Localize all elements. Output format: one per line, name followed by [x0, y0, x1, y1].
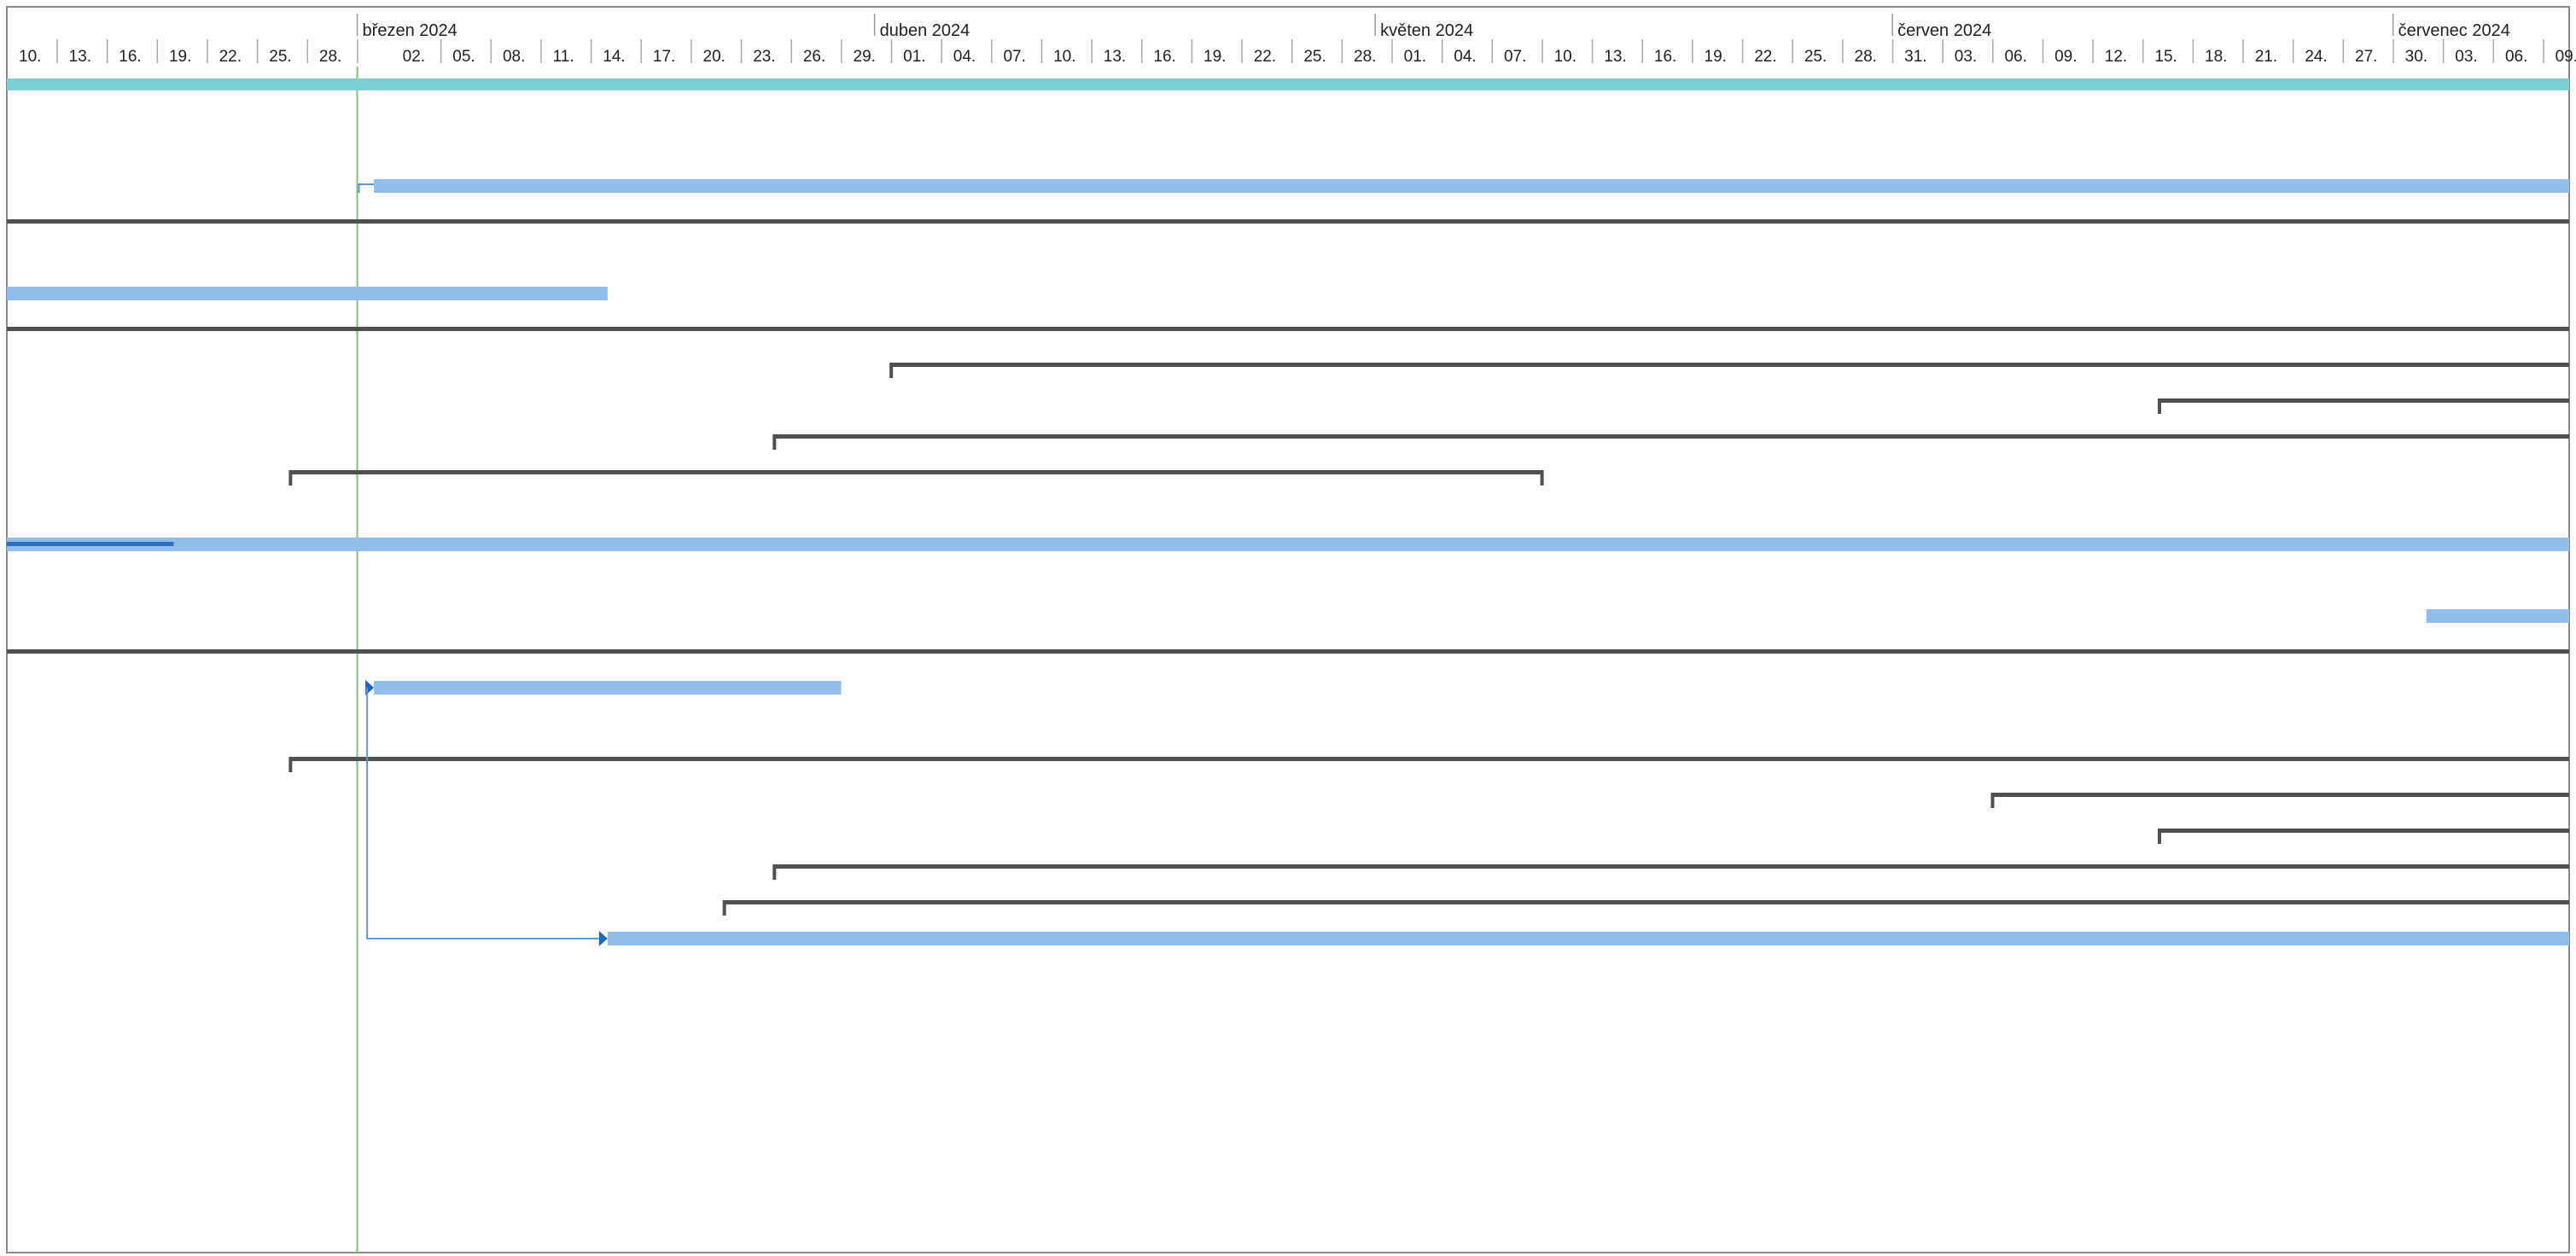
summary-line[interactable] — [7, 327, 2569, 331]
task-bar[interactable] — [607, 932, 2569, 945]
day-label: 02. — [403, 48, 425, 66]
day-label: 16. — [1153, 48, 1175, 66]
day-label: 11. — [553, 48, 574, 66]
month-label: květen 2024 — [1380, 21, 1473, 40]
range-start-tick — [722, 900, 726, 916]
month-label: červenec 2024 — [2398, 21, 2510, 40]
day-label: 30. — [2405, 48, 2427, 66]
day-label: 05. — [452, 48, 475, 66]
day-label: 16. — [1654, 48, 1676, 66]
day-label: 07. — [1504, 48, 1526, 66]
day-label: 10. — [19, 48, 41, 66]
task-bar[interactable] — [374, 681, 842, 695]
range-line[interactable] — [2159, 398, 2569, 403]
day-label: 03. — [1955, 48, 1977, 66]
day-label: 13. — [1604, 48, 1626, 66]
day-label: 01. — [1404, 48, 1426, 66]
range-start-tick — [288, 470, 293, 486]
month-label: březen 2024 — [363, 21, 458, 40]
day-label: 01. — [903, 48, 925, 66]
day-label: 21. — [2255, 48, 2277, 66]
day-label: 13. — [1104, 48, 1126, 66]
range-line[interactable] — [290, 470, 1542, 474]
summary-line[interactable] — [7, 219, 2569, 224]
day-label: 22. — [1754, 48, 1776, 66]
day-label: 06. — [2505, 48, 2527, 66]
task-progress-bar — [7, 542, 174, 546]
chart-frame — [6, 6, 2570, 1253]
day-label: 19. — [169, 48, 191, 66]
task-bar[interactable] — [374, 179, 2569, 193]
day-label: 24. — [2305, 48, 2327, 66]
range-start-tick — [772, 864, 777, 880]
day-label: 09. — [2556, 48, 2576, 66]
range-line[interactable] — [2159, 829, 2569, 833]
gantt-chart-timeline[interactable]: březen 2024 duben 2024 květen 2024 červen 2… — [0, 0, 2576, 1256]
day-label: 19. — [1705, 48, 1727, 66]
day-label: 13. — [69, 48, 91, 66]
day-label: 15. — [2154, 48, 2177, 66]
task-bar[interactable] — [7, 538, 2569, 551]
day-label: 28. — [1354, 48, 1376, 66]
range-line[interactable] — [724, 900, 2570, 904]
range-line[interactable] — [1992, 793, 2569, 797]
day-label: 17. — [653, 48, 675, 66]
task-bar[interactable] — [2426, 609, 2569, 623]
day-label: 31. — [1904, 48, 1926, 66]
summary-bar[interactable] — [7, 78, 2569, 90]
day-label: 26. — [803, 48, 825, 66]
day-label: 10. — [1554, 48, 1576, 66]
day-label: 25. — [269, 48, 291, 66]
range-start-tick — [2157, 829, 2161, 844]
day-label: 08. — [503, 48, 525, 66]
month-label: červen 2024 — [1897, 21, 1991, 40]
range-start-tick — [2157, 398, 2161, 414]
range-line[interactable] — [774, 864, 2569, 869]
day-label: 12. — [2105, 48, 2127, 66]
day-label: 04. — [953, 48, 976, 66]
range-start-tick — [889, 363, 894, 378]
day-label: 28. — [319, 48, 341, 66]
day-label: 10. — [1053, 48, 1075, 66]
task-bar[interactable] — [7, 287, 608, 300]
day-label: 16. — [119, 48, 141, 66]
day-label: 25. — [1804, 48, 1827, 66]
day-label: 18. — [2205, 48, 2227, 66]
range-start-tick — [288, 757, 293, 772]
range-line[interactable] — [290, 757, 2569, 761]
day-label: 28. — [1855, 48, 1877, 66]
day-label: 19. — [1203, 48, 1226, 66]
day-label: 03. — [2455, 48, 2477, 66]
month-label: duben 2024 — [880, 21, 970, 40]
range-end-tick — [1540, 470, 1544, 486]
day-label: 14. — [603, 48, 625, 66]
range-line[interactable] — [774, 434, 2569, 439]
day-label: 04. — [1454, 48, 1476, 66]
range-line[interactable] — [891, 363, 2569, 367]
day-label: 25. — [1303, 48, 1326, 66]
day-label: 27. — [2355, 48, 2377, 66]
range-start-tick — [1990, 793, 1995, 808]
day-label: 29. — [854, 48, 876, 66]
gantt-canvas[interactable]: březen 2024 duben 2024 květen 2024 červen 2… — [0, 0, 2576, 1256]
range-start-tick — [772, 434, 777, 450]
day-label: 22. — [1254, 48, 1276, 66]
day-label: 23. — [753, 48, 775, 66]
day-label: 06. — [2004, 48, 2026, 66]
summary-line[interactable] — [7, 649, 2569, 654]
day-label: 09. — [2054, 48, 2077, 66]
day-label: 20. — [703, 48, 726, 66]
day-label: 07. — [1003, 48, 1025, 66]
day-label: 22. — [219, 48, 242, 66]
